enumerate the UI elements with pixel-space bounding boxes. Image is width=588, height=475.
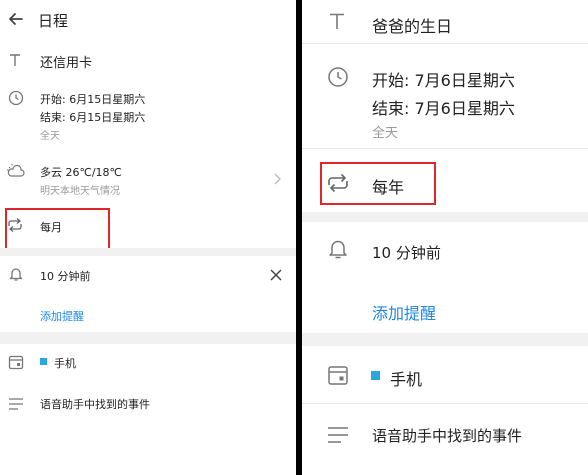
repeat-highlight-box: [320, 162, 436, 205]
left-screenshot: 日程 还信用卡 开始: 6月15日星期六 结束: 6月15日星期六 全天 多云 …: [0, 0, 296, 475]
end-time[interactable]: 结束: 6月15日星期六: [40, 109, 145, 125]
reminder-label[interactable]: 10 分钟前: [372, 242, 441, 263]
calendar-color-dot: [40, 358, 47, 365]
row-divider: [302, 148, 588, 149]
bell-icon: [327, 238, 349, 264]
section-divider: [302, 333, 588, 346]
event-title[interactable]: 还信用卡: [40, 52, 92, 71]
weather-detail: 明天本地天气情况: [40, 186, 120, 197]
chevron-right-icon[interactable]: [272, 171, 282, 190]
calendar-label[interactable]: 手机: [54, 355, 76, 371]
clock-icon: [8, 90, 24, 110]
calendar-icon: [327, 364, 349, 390]
weather-icon: [6, 163, 26, 183]
section-divider: [0, 248, 296, 256]
event-title[interactable]: 爸爸的生日: [372, 13, 452, 37]
source-label: 语音助手中找到的事件: [40, 398, 150, 411]
title-icon: [8, 52, 22, 71]
source-label: 语音助手中找到的事件: [372, 427, 523, 445]
repeat-highlight-box: [5, 208, 110, 253]
all-day-label: 全天: [40, 131, 60, 142]
row-divider: [302, 43, 588, 44]
calendar-color-dot: [371, 371, 380, 380]
bell-icon: [8, 266, 24, 286]
section-divider: [0, 332, 296, 344]
section-divider: [302, 212, 588, 222]
add-reminder-link[interactable]: 添加提醒: [372, 300, 436, 324]
close-icon[interactable]: [269, 267, 283, 286]
add-reminder-link[interactable]: 添加提醒: [40, 308, 84, 324]
page-title: 日程: [38, 12, 69, 30]
reminder-label[interactable]: 10 分钟前: [40, 268, 91, 284]
start-time[interactable]: 开始: 6月15日星期六: [40, 91, 145, 107]
weather-summary: 多云 26℃/18℃: [40, 166, 122, 179]
end-time[interactable]: 结束: 7月6日星期六: [372, 95, 515, 119]
notes-icon: [8, 396, 24, 415]
row-divider: [302, 403, 588, 404]
clock-icon: [327, 66, 349, 92]
all-day-label: 全天: [372, 126, 399, 141]
start-time[interactable]: 开始: 7月6日星期六: [372, 67, 515, 91]
right-screenshot: 爸爸的生日 开始: 7月6日星期六 结束: 7月6日星期六 全天 每年 10 分…: [302, 0, 588, 475]
title-icon: [328, 12, 346, 34]
calendar-label[interactable]: 手机: [390, 366, 422, 390]
notes-icon: [327, 426, 349, 448]
back-arrow-icon[interactable]: [8, 11, 24, 31]
calendar-icon: [8, 354, 24, 374]
